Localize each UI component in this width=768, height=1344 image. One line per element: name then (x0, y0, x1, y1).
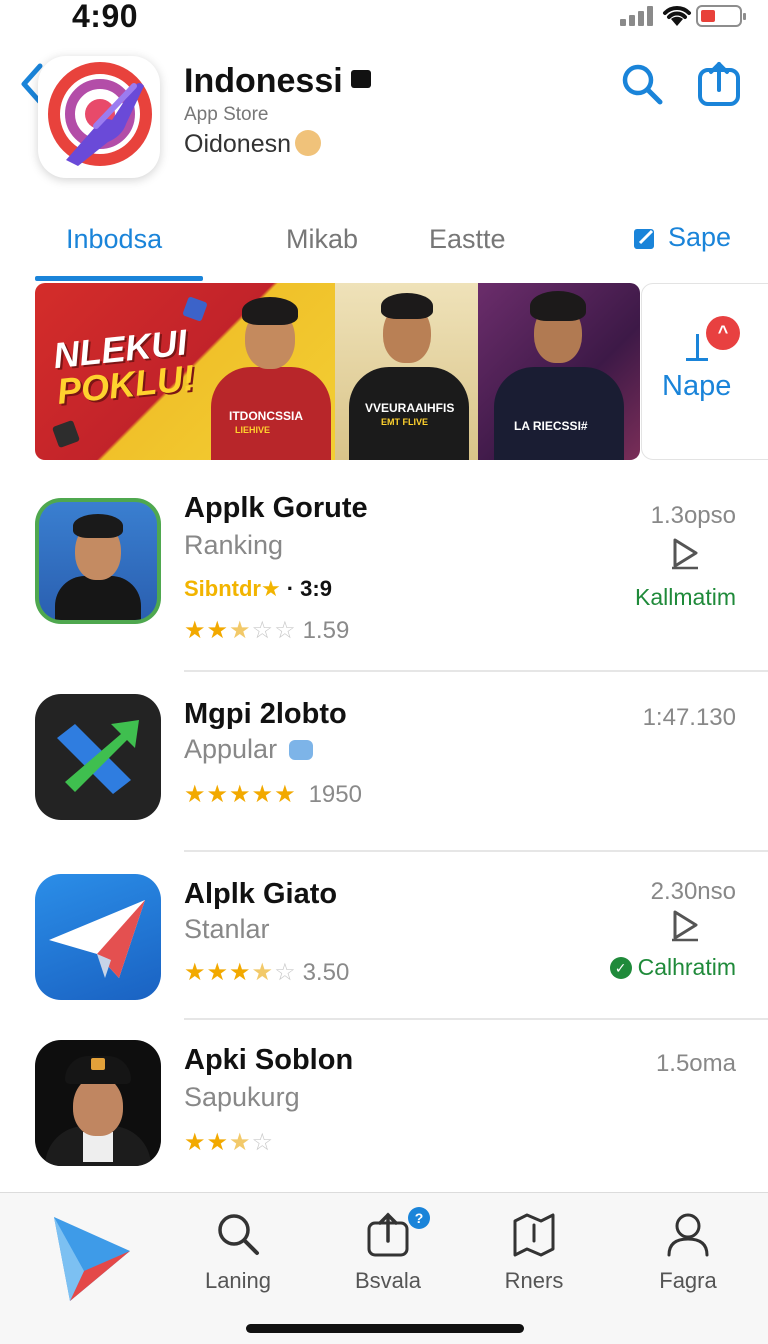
bottom-tab-bar: Laning Bsvala ? Rners Fagra (0, 1192, 768, 1344)
tab-bar-profile[interactable]: Fagra (628, 1211, 748, 1294)
app-name: Apki Soblon (184, 1044, 354, 1076)
review-count: 3.50 (302, 959, 350, 986)
banner-shirt-sub-1: LIEHIVE (235, 425, 271, 435)
app-icon (35, 694, 161, 820)
search-icon[interactable] (620, 62, 664, 106)
target-hand-icon (48, 62, 152, 166)
app-subline: Sibntdr★ · 3:9 (184, 576, 332, 602)
checkmark-icon: ✓ (609, 956, 632, 979)
person-icon (667, 1213, 709, 1257)
play-icon[interactable] (670, 908, 700, 942)
save-tab-label: Sape (668, 222, 732, 252)
arrow-cross-icon (57, 720, 139, 794)
banner-panel-3: LA RIECSSI# (478, 283, 640, 460)
banner-shirt-text-3: LA RIECSSI# (514, 419, 588, 433)
app-category: Ranking (184, 530, 284, 560)
save-tab-button[interactable]: Sape (632, 222, 731, 253)
tab-bar-search[interactable]: Laning (178, 1211, 298, 1294)
app-size: 1.5oma (655, 1050, 736, 1077)
app-title-text: Indonessi (184, 62, 343, 100)
app-size: 1:47.130 (642, 704, 736, 731)
tab-inbodsa[interactable]: Inbodsa (66, 224, 162, 255)
app-name: Mgpi 2lobto (184, 698, 347, 730)
side-card-label: Nape (662, 370, 732, 402)
get-button[interactable]: Kallmatim (635, 584, 736, 611)
banner-shirt-text-1: ITDONCSSIA (229, 409, 304, 423)
store-label: App Store (184, 104, 269, 125)
app-subtitle-text: Oidonesn (184, 130, 292, 158)
app-name: Alplk Giato (184, 878, 338, 910)
divider (184, 850, 768, 852)
star-rating: ★★★☆☆ 1.59 (184, 617, 350, 644)
banner-panel-2: VVEURAAIHFIS EMT FLIVE (335, 283, 478, 460)
tab-bar-profile-label: Fagra (659, 1268, 717, 1293)
tab-eastte[interactable]: Eastte (429, 224, 506, 255)
side-card-badge: ^ (706, 316, 740, 350)
battery-icon (696, 5, 746, 27)
app-size: 1.3opso (650, 502, 736, 529)
app-icon (38, 56, 160, 178)
tab-bar-map[interactable]: Rners (474, 1211, 594, 1294)
search-icon (218, 1214, 259, 1255)
home-indicator[interactable] (246, 1324, 524, 1333)
share-icon (367, 1212, 409, 1257)
app-icon (35, 498, 161, 624)
divider (184, 670, 768, 672)
app-subline-value: · 3:9 (286, 576, 332, 601)
app-subline-tag: Sibntdr★ (184, 576, 281, 601)
app-category: Sapukurg (184, 1082, 300, 1112)
share-icon[interactable] (696, 60, 742, 108)
active-tab-indicator (35, 276, 203, 281)
map-icon (513, 1213, 555, 1257)
app-category-text: Appular (184, 734, 278, 764)
tab-bar-share-label: Bsvala (354, 1268, 422, 1293)
tab-bar-map-label: Rners (504, 1268, 564, 1293)
featured-banner[interactable]: NLEKUI POKLU! ITDONCSSIA LIEHIVE VVEURAA… (35, 283, 640, 460)
verified-badge-icon (350, 70, 371, 88)
review-count: 1950 (308, 781, 362, 808)
divider (184, 1018, 768, 1020)
app-icon (35, 1040, 161, 1166)
star-rating: ★★★☆ (184, 1129, 275, 1156)
emoji-icon (288, 740, 313, 760)
tab-mikab[interactable]: Mikab (286, 224, 358, 255)
get-button-label: Calhratim (637, 954, 736, 980)
status-bar: 4:90 (0, 0, 768, 34)
status-time: 4:90 (72, 0, 139, 34)
edit-icon (634, 228, 654, 249)
app-category: Stanlar (184, 914, 270, 944)
app-subtitle: Oidonesn (184, 130, 322, 159)
banner-shirt-text-2: VVEURAAIHFIS (365, 401, 455, 415)
paper-plane-icon (49, 900, 145, 978)
banner-person-3 (488, 283, 628, 460)
tab-bar-home[interactable] (32, 1211, 152, 1312)
banner-headline: NLEKUI POKLU! (51, 321, 196, 412)
smile-emoji-icon (295, 130, 322, 156)
app-icon (35, 874, 161, 1000)
wifi-icon (663, 6, 691, 26)
tab-bar-search-label: Laning (204, 1268, 272, 1293)
app-category: Appular (184, 734, 313, 765)
cellular-signal-icon (620, 6, 656, 26)
app-title: Indonessi (184, 62, 371, 101)
review-count: 1.59 (302, 617, 350, 644)
app-size: 2.30nso (650, 878, 736, 905)
banner-panel-1: NLEKUI POKLU! ITDONCSSIA LIEHIVE (35, 283, 335, 460)
tab-bar-share[interactable]: Bsvala (328, 1211, 448, 1294)
banner-person-2 (343, 283, 473, 460)
side-card[interactable]: ^ Nape (641, 283, 768, 460)
app-name: Applk Gorute (184, 492, 368, 524)
banner-shirt-sub-2: EMT FLIVE (381, 417, 428, 427)
star-rating: ★★★★★ 1950 (184, 781, 362, 808)
get-button[interactable]: ✓ Calhratim (609, 954, 736, 981)
notification-badge: ? (408, 1207, 430, 1229)
app-store-logo-icon (54, 1217, 130, 1301)
star-rating: ★★★★☆ 3.50 (184, 959, 350, 986)
play-icon[interactable] (670, 536, 700, 570)
